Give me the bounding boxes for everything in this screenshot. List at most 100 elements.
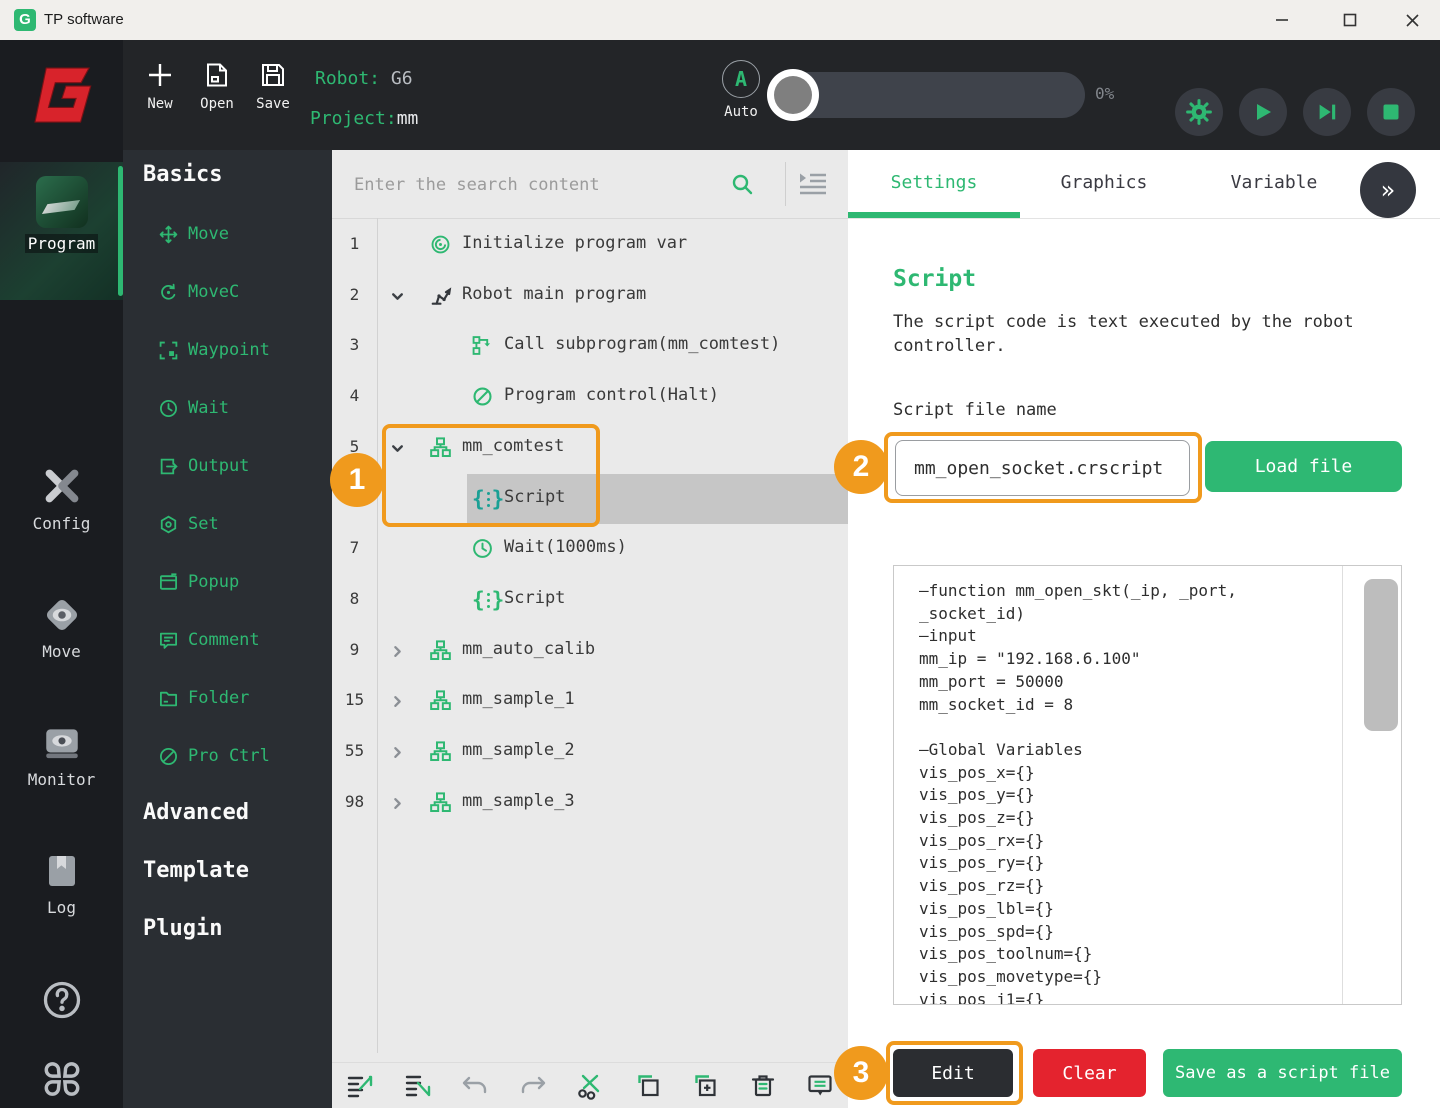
halt-icon (473, 387, 492, 406)
maximize-button[interactable] (1330, 8, 1370, 32)
section-basics[interactable]: Basics (143, 162, 222, 187)
tree-row-mm-sample-2[interactable]: 55 mm_sample_2 (332, 727, 848, 777)
chevron-right-icon[interactable] (390, 644, 405, 659)
insert-row-below-icon[interactable] (404, 1072, 432, 1100)
tab-variable[interactable]: Variable (1204, 172, 1344, 193)
minimize-button[interactable] (1262, 8, 1302, 32)
chevron-right-icon[interactable] (390, 745, 405, 760)
sidebar-item-config[interactable]: Config (0, 468, 123, 533)
sidebar-item-log[interactable]: Log (0, 852, 123, 917)
app-window: G TP software New Open Save Robot: G6 Pr… (0, 0, 1440, 1108)
palette-item-wait[interactable]: Wait (159, 398, 229, 418)
palette-item-folder[interactable]: Folder (159, 688, 249, 708)
scrollbar-track[interactable] (1342, 566, 1343, 1004)
scrollbar-thumb[interactable] (1364, 579, 1398, 731)
section-advanced[interactable]: Advanced (143, 800, 249, 825)
copy-icon[interactable] (634, 1072, 662, 1100)
sidebar-item-move[interactable]: Move (0, 596, 123, 661)
palette-item-movec[interactable]: MoveC (159, 282, 239, 302)
waypoint-icon (159, 341, 178, 359)
popup-window-icon (160, 572, 177, 590)
step-button[interactable] (1303, 88, 1351, 136)
settings-run-button[interactable] (1175, 88, 1223, 136)
clock-icon (160, 399, 177, 417)
tree-row-wait[interactable]: 7 Wait(1000ms) (332, 524, 848, 574)
tree-row-mm-sample-3[interactable]: 98 mm_sample_3 (332, 778, 848, 828)
palette-item-output[interactable]: Output (159, 456, 249, 476)
stop-icon (1383, 104, 1399, 120)
chevron-right-icon[interactable] (390, 694, 405, 709)
close-button[interactable] (1392, 8, 1432, 32)
palette-item-pro-ctrl[interactable]: Pro Ctrl (159, 746, 270, 766)
expand-tabs-button[interactable]: » (1360, 162, 1416, 218)
robot-program-icon (431, 287, 452, 305)
panel-description: The script code is text executed by the … (893, 312, 1354, 356)
palette-item-move[interactable]: Move (159, 224, 229, 244)
callout-step-2-box (884, 432, 1202, 503)
new-icon (149, 64, 171, 86)
tree-row-initialize[interactable]: 1 Initialize program var (332, 220, 848, 270)
double-chevron-icon: » (1380, 176, 1396, 204)
subprogram-group-icon (430, 640, 451, 661)
config-icon (40, 468, 84, 508)
save-button[interactable]: Save (245, 62, 301, 112)
load-file-button[interactable]: Load file (1205, 441, 1402, 492)
comment-toolbar-icon[interactable] (806, 1072, 834, 1100)
top-toolbar: New Open Save Robot: G6 Project:mm A Aut… (123, 40, 1440, 150)
open-button[interactable]: Open (189, 62, 245, 112)
palette-item-waypoint[interactable]: Waypoint (159, 340, 270, 360)
cut-icon[interactable] (576, 1072, 604, 1100)
sidebar-item-monitor[interactable]: Monitor (0, 724, 123, 789)
tree-row-script-2[interactable]: 8 {} Script (332, 575, 848, 625)
save-icon (262, 64, 284, 86)
palette-item-set[interactable]: Set (159, 514, 219, 534)
hex-set-icon (160, 515, 177, 533)
clear-button[interactable]: Clear (1033, 1049, 1146, 1097)
speed-slider-knob[interactable] (767, 69, 819, 121)
paste-add-icon[interactable] (691, 1072, 719, 1100)
chevron-down-icon[interactable] (390, 289, 405, 304)
outline-list-icon[interactable] (798, 172, 828, 196)
undo-icon[interactable] (461, 1072, 489, 1100)
program-icon (35, 176, 88, 228)
callout-step-3-badge: 3 (834, 1046, 888, 1100)
save-as-script-file-button[interactable]: Save as a script file (1163, 1049, 1402, 1097)
sidebar-item-label: Log (47, 898, 76, 917)
tree-row-program-control[interactable]: 4 Program control(Halt) (332, 372, 848, 422)
step-forward-icon (1319, 104, 1336, 120)
redo-icon[interactable] (519, 1072, 547, 1100)
insert-row-above-icon[interactable] (346, 1072, 374, 1100)
search-bar (332, 150, 848, 219)
speed-slider[interactable] (767, 69, 1085, 121)
active-tab-indicator (848, 212, 1020, 218)
move-arrows-icon (159, 225, 178, 243)
tree-row-mm-sample-1[interactable]: 15 mm_sample_1 (332, 676, 848, 726)
auto-mode-toggle[interactable]: A Auto (718, 60, 764, 120)
palette-item-popup[interactable]: Popup (159, 572, 239, 592)
apps-button[interactable] (0, 1056, 123, 1102)
tree-toolbar (332, 1062, 848, 1108)
tab-graphics[interactable]: Graphics (1034, 172, 1174, 193)
section-template[interactable]: Template (143, 858, 249, 883)
section-plugin[interactable]: Plugin (143, 916, 222, 941)
play-button[interactable] (1239, 88, 1287, 136)
panel-heading: Script (893, 266, 977, 292)
stop-button[interactable] (1367, 88, 1415, 136)
tree-row-robot-main[interactable]: 2 Robot main program (332, 271, 848, 321)
project-name: Project:mm (310, 108, 419, 129)
search-icon[interactable] (730, 172, 754, 196)
circular-move-icon (161, 283, 176, 300)
output-icon (160, 458, 178, 474)
sidebar-item-program[interactable]: Program (0, 162, 123, 300)
tab-settings[interactable]: Settings (864, 172, 1004, 193)
script-code-viewer[interactable]: —function mm_open_skt(_ip, _port, _socke… (893, 565, 1402, 1005)
tree-row-mm-auto-calib[interactable]: 9 mm_auto_calib (332, 626, 848, 676)
tree-row-call-subprogram[interactable]: 3 Call subprogram(mm_comtest) (332, 321, 848, 371)
script-icon: {} (472, 588, 505, 612)
new-button[interactable]: New (132, 62, 188, 112)
search-input[interactable] (352, 164, 736, 206)
delete-trash-icon[interactable] (749, 1072, 777, 1100)
chevron-right-icon[interactable] (390, 796, 405, 811)
palette-item-comment[interactable]: Comment (159, 630, 260, 650)
help-button[interactable] (0, 978, 123, 1022)
